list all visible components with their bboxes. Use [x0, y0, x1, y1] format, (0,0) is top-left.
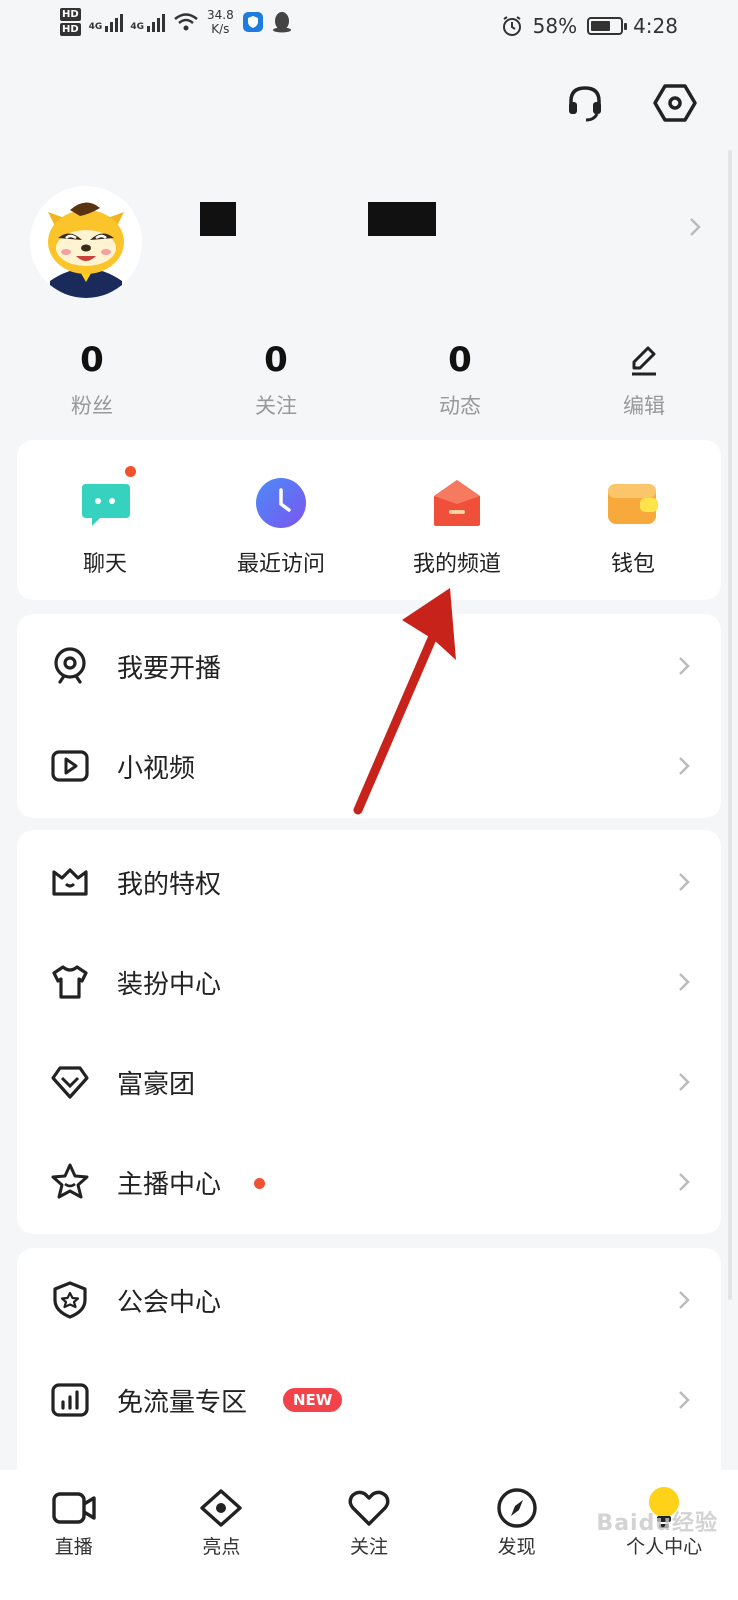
menu-label: 装扮中心 [117, 969, 222, 1000]
pencil-icon [552, 340, 736, 380]
chat-icon [78, 476, 132, 530]
battery-percent: 58% [532, 14, 578, 38]
heart-icon [345, 1484, 393, 1532]
hd-indicator: HD HD [60, 8, 81, 36]
compass-icon [493, 1484, 541, 1532]
menu-item-dress-up[interactable]: 装扮中心 [17, 932, 721, 1032]
stat-following[interactable]: 0 关注 [184, 340, 368, 420]
new-badge: NEW [283, 1388, 343, 1412]
quick-recent-label: 最近访问 [236, 552, 325, 577]
tab-label: 亮点 [202, 1536, 241, 1558]
scrollbar[interactable] [728, 150, 732, 1300]
stat-posts[interactable]: 0 动态 [368, 340, 552, 420]
menu-label: 主播中心 [117, 1169, 222, 1200]
webcam-icon [49, 645, 91, 687]
annotation-arrow [353, 588, 456, 815]
network-type-1: 4G [88, 22, 103, 32]
shield-star-icon [49, 1279, 91, 1321]
quick-channel-label: 我的频道 [412, 552, 501, 577]
menu-item-guild-center[interactable]: 公会中心 [17, 1250, 721, 1350]
tab-label: 关注 [349, 1536, 388, 1558]
network-speed: 34.8 K/s [206, 8, 234, 36]
tab-highlights[interactable]: 亮点 [148, 1470, 296, 1600]
wifi-icon [174, 13, 198, 31]
video-camera-icon [50, 1484, 98, 1532]
bar-chart-icon [49, 1379, 91, 1421]
menu-item-privileges[interactable]: 我的特权 [17, 832, 721, 932]
signal-icon [105, 12, 124, 32]
edit-profile-button[interactable]: 编辑 [552, 340, 736, 420]
quick-actions-card: 聊天 最近访问 我的频道 钱包 [17, 440, 721, 600]
quick-chat-label: 聊天 [82, 552, 127, 577]
chevron-right-icon [679, 1073, 690, 1091]
menu-group-more: 公会中心 免流量专区 NEW [17, 1248, 721, 1470]
crown-icon [49, 861, 91, 903]
headset-icon[interactable] [562, 80, 608, 126]
battery-icon [587, 17, 628, 35]
chevron-right-icon [679, 657, 690, 675]
tab-label: 发现 [497, 1536, 536, 1558]
diamond-icon [49, 1061, 91, 1103]
username-redacted-2 [368, 202, 436, 236]
watermark: Baidu经验 [596, 1511, 718, 1536]
alarm-icon [502, 16, 521, 36]
profile-header[interactable] [0, 180, 738, 300]
clock-icon [254, 476, 308, 530]
stat-fans[interactable]: 0 粉丝 [0, 340, 184, 420]
menu-label: 我要开播 [117, 653, 222, 684]
menu-label: 免流量专区 [117, 1387, 248, 1418]
tab-discover[interactable]: 发现 [443, 1470, 591, 1600]
chevron-right-icon [679, 1291, 690, 1309]
menu-label: 富豪团 [117, 1069, 196, 1100]
chevron-right-icon [679, 1173, 690, 1191]
menu-item-data-free-zone[interactable]: 免流量专区 NEW [17, 1350, 721, 1450]
menu-label: 我的特权 [117, 869, 222, 900]
status-bar: HD HD 4G 4G 34.8 K/s 58% 4:28 [0, 0, 738, 56]
tshirt-icon [49, 961, 91, 1003]
channel-house-icon [430, 476, 484, 530]
menu-item-rich-club[interactable]: 富豪团 [17, 1032, 721, 1132]
chevron-right-icon [679, 873, 690, 891]
stats-row: 0 粉丝 0 关注 0 动态 编辑 [0, 340, 738, 420]
avatar[interactable] [30, 186, 142, 298]
chat-notification-dot [125, 466, 136, 477]
star-icon [49, 1161, 91, 1203]
tab-follow[interactable]: 关注 [295, 1470, 443, 1600]
username-redacted-1 [200, 202, 236, 236]
app-shield-icon [242, 12, 263, 32]
signal-icon [146, 12, 165, 32]
network-type-2: 4G [130, 22, 144, 32]
menu-group-features: 我的特权 装扮中心 富豪团 主播中心 [17, 830, 721, 1234]
wallet-icon [606, 476, 660, 530]
qq-icon [272, 12, 291, 33]
chevron-right-icon [679, 973, 690, 991]
tab-label: 直播 [54, 1536, 93, 1558]
quick-wallet-label: 钱包 [610, 552, 655, 577]
quick-chat[interactable]: 聊天 [17, 440, 193, 600]
eye-icon [197, 1484, 245, 1532]
anchor-notification-dot [254, 1178, 265, 1189]
video-play-icon [49, 745, 91, 787]
clock-time: 4:28 [633, 14, 678, 38]
quick-recent-visits[interactable]: 最近访问 [193, 440, 369, 600]
chevron-right-icon [690, 218, 701, 236]
chevron-right-icon [679, 757, 690, 775]
menu-label: 公会中心 [117, 1287, 222, 1318]
menu-label: 小视频 [117, 753, 196, 784]
chevron-right-icon [679, 1391, 690, 1409]
hexagon-settings-icon[interactable] [652, 80, 698, 126]
quick-my-channel[interactable]: 我的频道 [369, 440, 545, 600]
tab-live[interactable]: 直播 [0, 1470, 148, 1600]
quick-wallet[interactable]: 钱包 [545, 440, 721, 600]
menu-item-anchor-center[interactable]: 主播中心 [17, 1132, 721, 1232]
edit-label: 编辑 [623, 394, 665, 418]
